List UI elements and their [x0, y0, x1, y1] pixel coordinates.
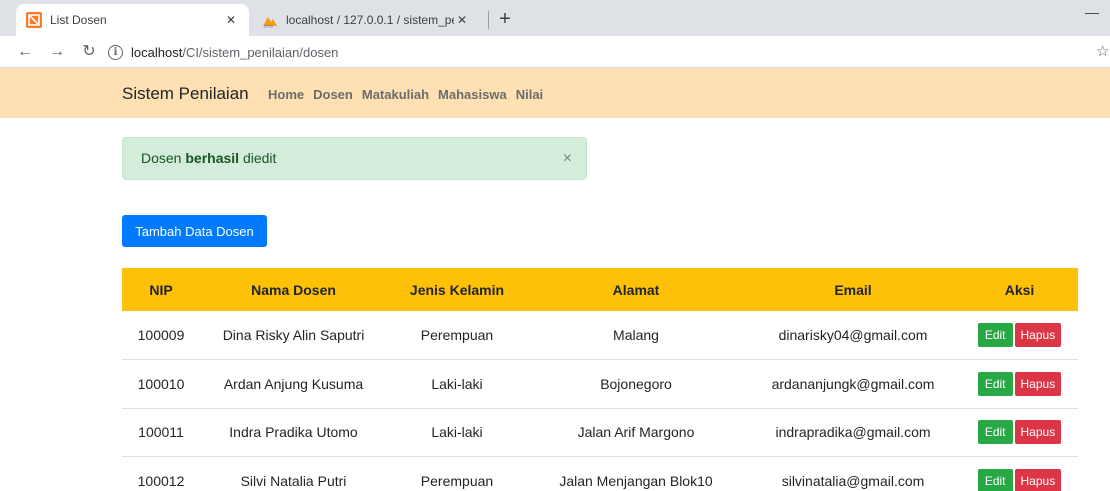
new-tab-icon[interactable]: + [493, 8, 517, 32]
cell-aksi: Edit Hapus [961, 408, 1078, 457]
minimize-window-icon[interactable]: — [1082, 4, 1102, 24]
url-path: /CI/sistem_penilaian/dosen [182, 44, 339, 60]
alert-suffix: diedit [239, 150, 277, 166]
cell-email: dinarisky04@gmail.com [745, 311, 961, 360]
table-header-row: NIP Nama Dosen Jenis Kelamin Alamat Emai… [122, 268, 1078, 311]
tab-separator [488, 11, 489, 29]
cell-nip: 100009 [122, 311, 200, 360]
nav-links: Home Dosen Matakuliah Mahasiswa Nilai [268, 87, 543, 102]
tab-title: List Dosen [50, 13, 107, 27]
table-row: 100009 Dina Risky Alin Saputri Perempuan… [122, 311, 1078, 360]
close-tab-icon[interactable]: ✕ [223, 12, 239, 28]
cell-nip: 100011 [122, 408, 200, 457]
nav-link-home[interactable]: Home [268, 87, 304, 102]
app-navbar: Sistem Penilaian Home Dosen Matakuliah M… [0, 68, 1110, 118]
browser-tab-bar: List Dosen ✕ pma localhost / 127.0.0.1 /… [0, 0, 1110, 36]
cell-aksi: Edit Hapus [961, 311, 1078, 360]
header-alamat: Alamat [527, 268, 745, 311]
cell-aksi: Edit Hapus [961, 456, 1078, 491]
cell-nama: Dina Risky Alin Saputri [200, 311, 387, 360]
cell-nip: 100010 [122, 359, 200, 409]
nav-link-dosen[interactable]: Dosen [313, 87, 353, 102]
success-alert: Dosen berhasil diedit × [122, 137, 587, 180]
add-dosen-button[interactable]: Tambah Data Dosen [122, 215, 267, 247]
alert-strong: berhasil [185, 150, 240, 166]
nav-link-mahasiswa[interactable]: Mahasiswa [438, 87, 507, 102]
edit-button[interactable]: Edit [977, 420, 1013, 445]
header-email: Email [745, 268, 961, 311]
delete-button[interactable]: Hapus [1014, 468, 1062, 491]
site-info-icon[interactable]: i [108, 44, 123, 60]
table-row: 100012 Silvi Natalia Putri Perempuan Jal… [122, 456, 1078, 491]
address-bar[interactable]: i localhost/CI/sistem_penilaian/dosen [108, 43, 338, 61]
cell-jenis-kelamin: Perempuan [387, 311, 527, 360]
url-host: localhost [131, 44, 183, 60]
nav-link-nilai[interactable]: Nilai [516, 87, 543, 102]
delete-button[interactable]: Hapus [1014, 371, 1062, 396]
tab-title: localhost / 127.0.0.1 / sistem_pen [286, 13, 454, 27]
svg-text:pma: pma [264, 24, 273, 29]
browser-tab-list-dosen[interactable]: List Dosen ✕ [16, 4, 249, 36]
alert-close-icon[interactable]: × [563, 150, 572, 168]
cell-email: silvinatalia@gmail.com [745, 456, 961, 491]
cell-jenis-kelamin: Perempuan [387, 456, 527, 491]
browser-tab-phpmyadmin[interactable]: pma localhost / 127.0.0.1 / sistem_pen ✕ [252, 4, 480, 36]
cell-jenis-kelamin: Laki-laki [387, 408, 527, 457]
cell-nama: Silvi Natalia Putri [200, 456, 387, 491]
cell-alamat: Jalan Arif Margono [527, 408, 745, 457]
cell-nama: Ardan Anjung Kusuma [200, 359, 387, 409]
cell-nip: 100012 [122, 456, 200, 491]
forward-arrow-icon[interactable]: → [46, 41, 68, 63]
delete-button[interactable]: Hapus [1014, 420, 1062, 445]
cell-nama: Indra Pradika Utomo [200, 408, 387, 457]
back-arrow-icon[interactable]: ← [14, 41, 36, 63]
edit-button[interactable]: Edit [977, 323, 1013, 347]
edit-button[interactable]: Edit [977, 371, 1013, 396]
header-aksi: Aksi [961, 268, 1078, 311]
dosen-table: NIP Nama Dosen Jenis Kelamin Alamat Emai… [122, 268, 1078, 491]
edit-button[interactable]: Edit [977, 468, 1013, 491]
reload-icon[interactable]: ↻ [78, 41, 100, 63]
delete-button[interactable]: Hapus [1014, 323, 1062, 347]
cell-alamat: Bojonegoro [527, 359, 745, 409]
header-nip: NIP [122, 268, 200, 311]
cell-email: indrapradika@gmail.com [745, 408, 961, 457]
cell-jenis-kelamin: Laki-laki [387, 359, 527, 409]
header-nama-dosen: Nama Dosen [200, 268, 387, 311]
navbar-brand[interactable]: Sistem Penilaian [122, 84, 249, 104]
cell-alamat: Malang [527, 311, 745, 360]
cell-aksi: Edit Hapus [961, 359, 1078, 409]
cell-email: ardananjungk@gmail.com [745, 359, 961, 409]
xampp-favicon-icon [26, 12, 42, 28]
table-row: 100010 Ardan Anjung Kusuma Laki-laki Boj… [122, 359, 1078, 409]
bookmark-star-icon[interactable]: ☆ [1096, 42, 1109, 60]
browser-toolbar: ← → ↻ i localhost/CI/sistem_penilaian/do… [0, 36, 1110, 68]
close-tab-icon[interactable]: ✕ [454, 12, 470, 28]
header-jenis-kelamin: Jenis Kelamin [387, 268, 527, 311]
phpmyadmin-favicon-icon: pma [263, 17, 277, 29]
nav-link-matakuliah[interactable]: Matakuliah [362, 87, 429, 102]
table-row: 100011 Indra Pradika Utomo Laki-laki Jal… [122, 408, 1078, 457]
alert-prefix: Dosen [141, 150, 186, 166]
cell-alamat: Jalan Menjangan Blok10 [527, 456, 745, 491]
